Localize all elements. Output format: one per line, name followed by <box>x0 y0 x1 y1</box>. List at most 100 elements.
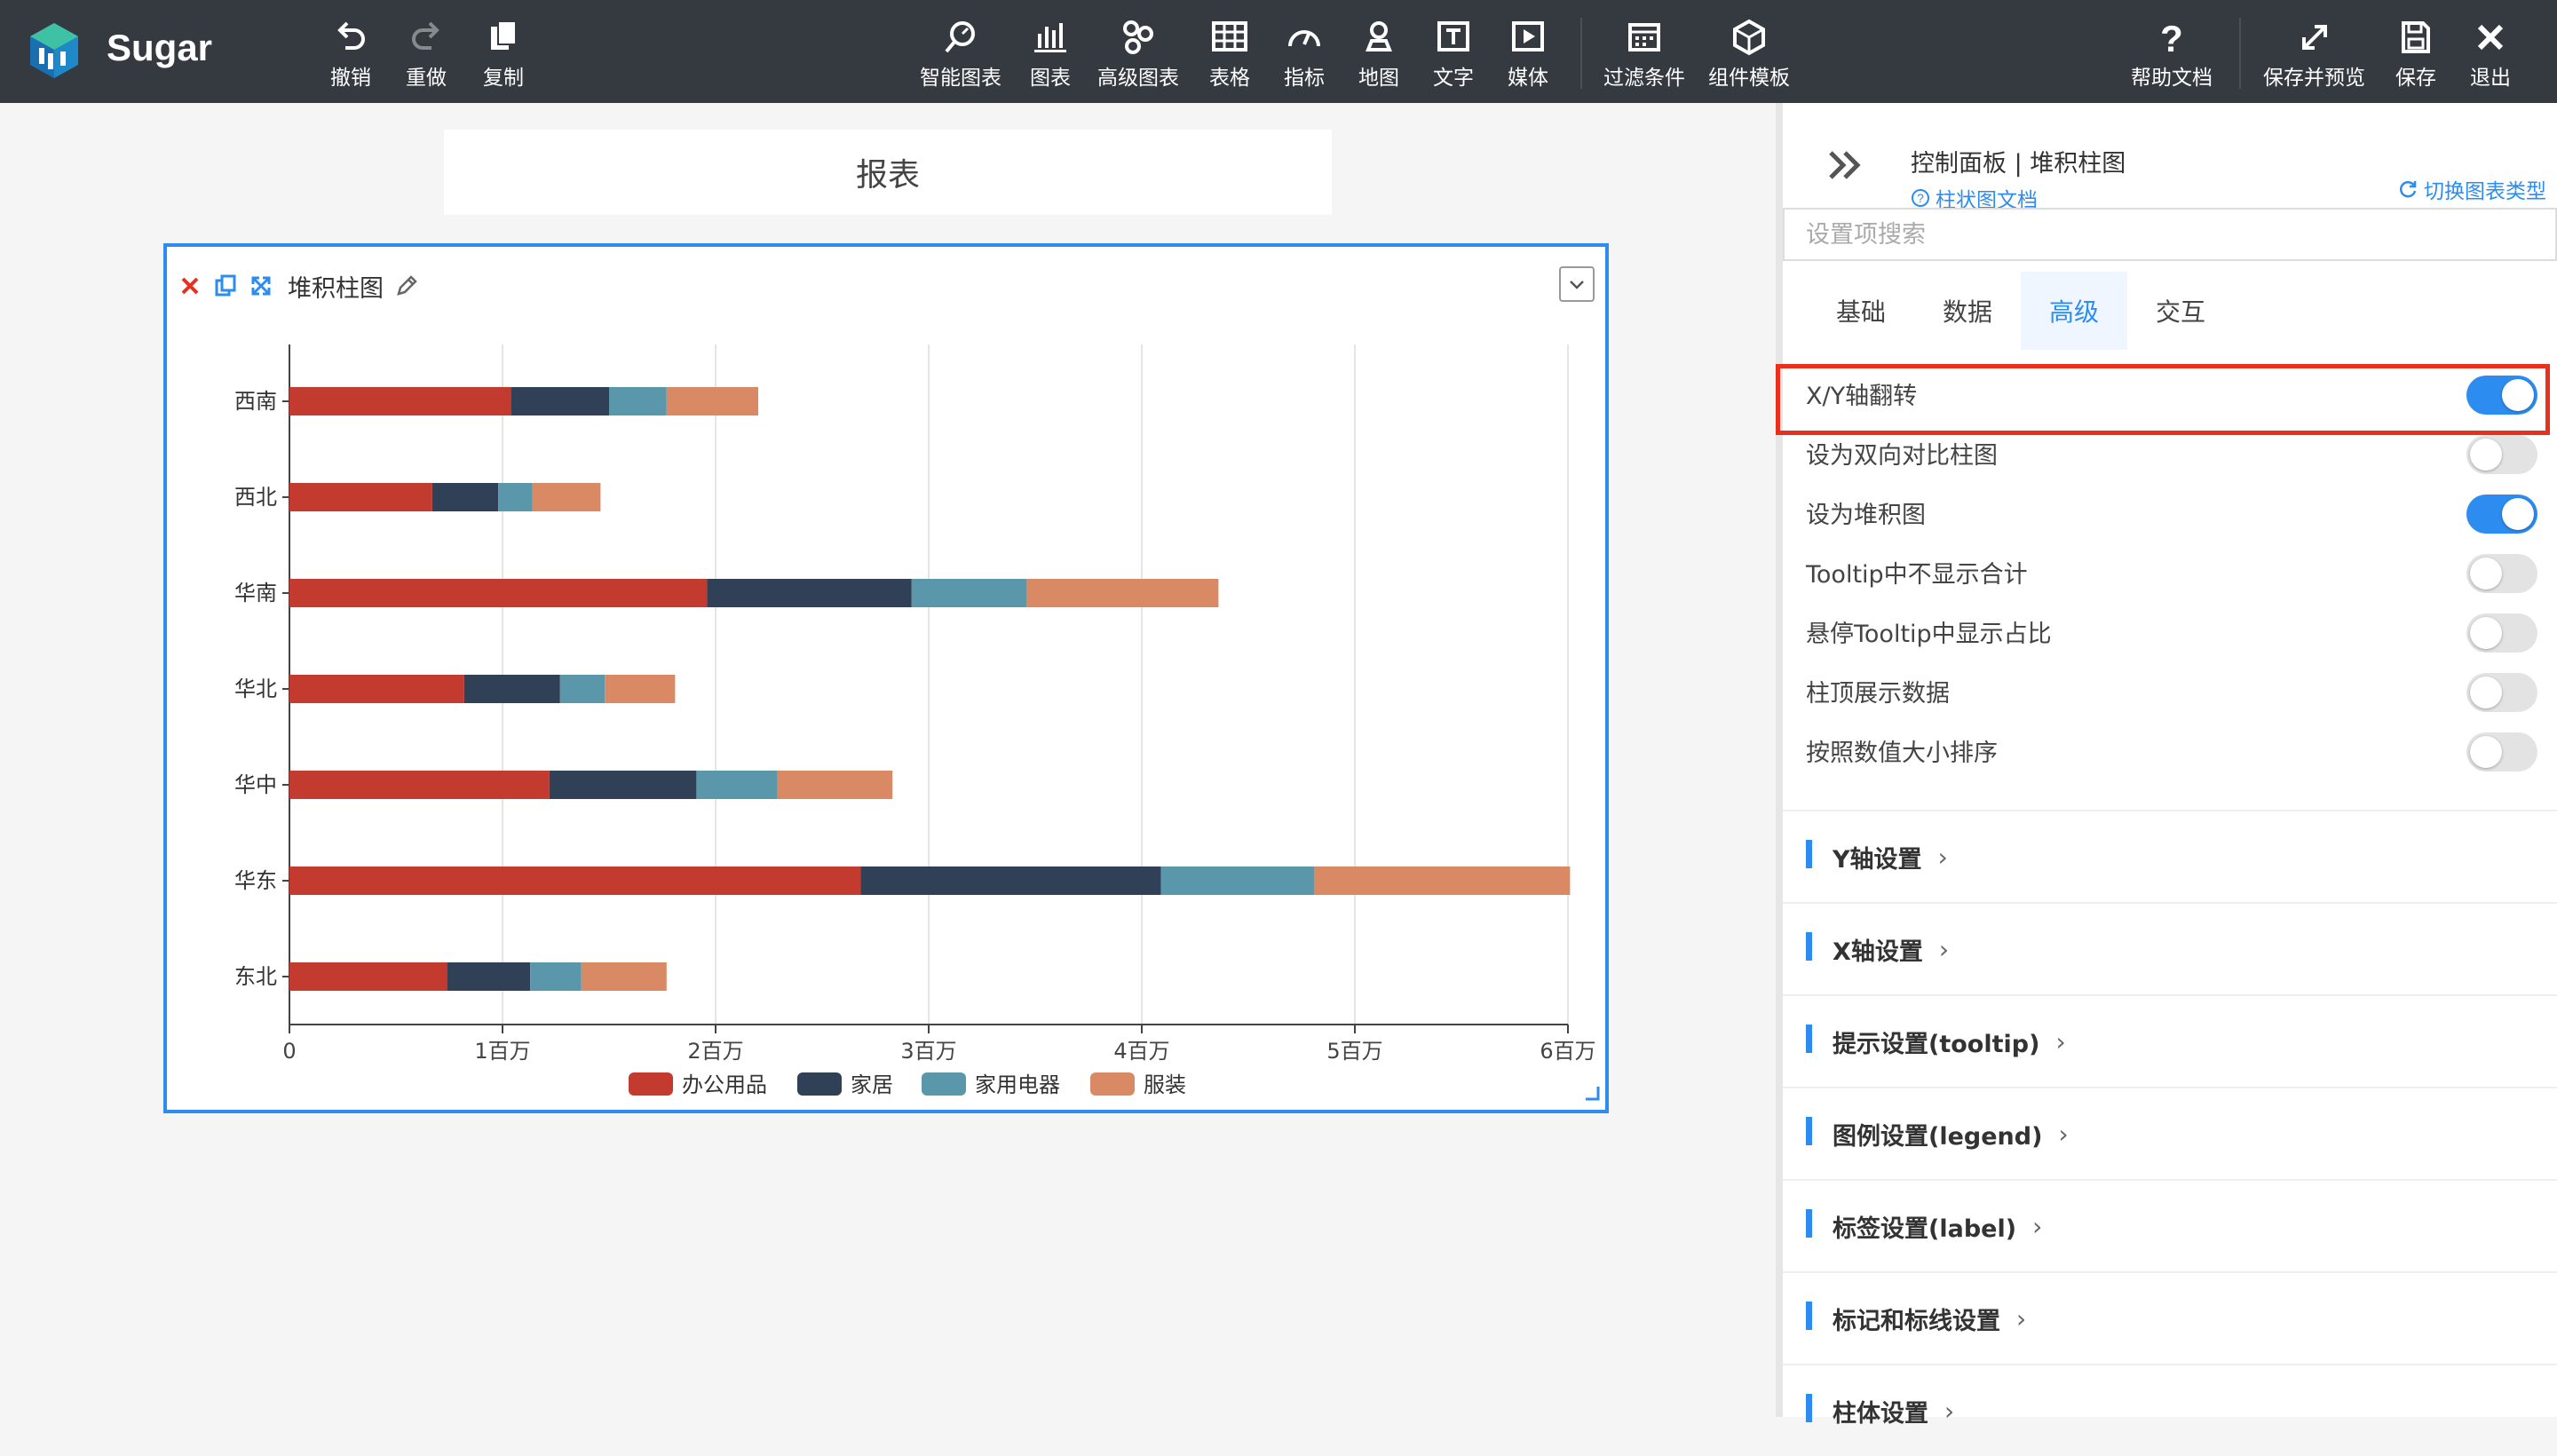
smart-chart-button[interactable]: 智能图表 <box>920 18 1001 91</box>
y-tick-label: 华东 <box>234 868 277 893</box>
legend-label: 家用电器 <box>975 1072 1060 1097</box>
section-y-axis[interactable]: Y轴设置 › <box>1783 810 2557 902</box>
map-pin-icon <box>1366 21 1392 51</box>
section-x-axis[interactable]: X轴设置 › <box>1783 902 2557 994</box>
section-label: 图例设置(legend) <box>1833 1122 2043 1151</box>
setting-label: 柱顶展示数据 <box>1806 680 1950 708</box>
section-label: 柱体设置 <box>1833 1399 1928 1428</box>
tab-basic[interactable]: 基础 <box>1808 272 1914 350</box>
xy-flip-toggle[interactable] <box>2466 376 2537 415</box>
bidirectional-toggle[interactable] <box>2466 435 2537 474</box>
section-label: 标记和标线设置 <box>1833 1307 2000 1335</box>
filter-label: 过滤条件 <box>1603 67 1685 90</box>
chart-button[interactable]: 图表 <box>1030 18 1071 91</box>
settings-search-input[interactable] <box>1783 208 2557 261</box>
chevron-right-icon: › <box>2016 1303 2027 1333</box>
filter-button[interactable]: 过滤条件 <box>1603 18 1685 91</box>
bar-segment <box>911 579 1027 607</box>
save-preview-button[interactable]: 保存并预览 <box>2263 18 2365 91</box>
section-tooltip[interactable]: 提示设置(tooltip) › <box>1783 994 2557 1087</box>
tab-advanced[interactable]: 高级 <box>2021 272 2127 350</box>
legend-swatch <box>629 1072 673 1096</box>
toolbar-divider <box>1580 18 1582 89</box>
control-panel: 控制面板 | 堆积柱图 ? 柱状图文档 切换图表类型 基础 数据 高级 交互 X… <box>1776 103 2557 1428</box>
advanced-chart-button[interactable]: 高级图表 <box>1097 18 1179 91</box>
x-tick-label: 6百万 <box>1540 1039 1595 1064</box>
bar-chart-icon <box>1034 23 1066 52</box>
bar-segment <box>447 962 531 991</box>
x-tick-label: 2百万 <box>687 1039 743 1064</box>
switch-chart-type-link[interactable]: 切换图表类型 <box>2397 174 2546 204</box>
legend-label: 家居 <box>851 1072 893 1097</box>
template-button[interactable]: 组件模板 <box>1708 18 1790 91</box>
save-button[interactable]: 保存 <box>2395 18 2436 91</box>
y-tick-label: 东北 <box>234 964 277 989</box>
smart-chart-label: 智能图表 <box>920 67 1001 90</box>
bar-top-data-toggle[interactable] <box>2466 673 2537 712</box>
section-bar-body[interactable]: 柱体设置 › <box>1783 1364 2557 1456</box>
bar-segment <box>511 387 609 415</box>
x-tick-label: 1百万 <box>474 1039 530 1064</box>
stacked-toggle[interactable] <box>2466 495 2537 534</box>
report-title[interactable]: 报表 <box>444 130 1332 215</box>
bar-segment <box>289 962 447 991</box>
y-tick-label: 华中 <box>234 772 277 797</box>
chevron-right-icon: › <box>1938 934 1950 964</box>
expand-icon <box>2301 25 2327 50</box>
redo-icon <box>412 21 439 50</box>
copy-icon <box>491 20 517 50</box>
tooltip-percent-toggle[interactable] <box>2466 613 2537 653</box>
indicator-label: 指标 <box>1284 67 1325 90</box>
resize-handle-icon <box>1586 1087 1600 1101</box>
tab-data[interactable]: 数据 <box>1914 272 2021 350</box>
section-label-settings[interactable]: 标签设置(label) › <box>1783 1179 2557 1271</box>
section-legend[interactable]: 图例设置(legend) › <box>1783 1087 2557 1179</box>
legend-swatch <box>1090 1072 1135 1096</box>
svg-text:?: ? <box>1917 191 1924 205</box>
text-button[interactable]: 文字 <box>1433 18 1474 91</box>
section-markline[interactable]: 标记和标线设置 › <box>1783 1271 2557 1364</box>
collapse-panel-icon[interactable] <box>1825 146 1864 185</box>
bar-segment <box>289 579 708 607</box>
bar-segment <box>532 483 601 511</box>
setting-label: 按照数值大小排序 <box>1806 740 1998 767</box>
bar-segment <box>559 675 606 703</box>
table-label: 表格 <box>1209 67 1250 90</box>
help-button[interactable]: ? 帮助文档 <box>2131 18 2213 91</box>
stacked-bar-chart: 0 1百万 2百万 3百万 4百万 5百万 6百万 西南西北华南华北华中华东东北办公用品 家居 家… <box>234 344 1600 1101</box>
media-button[interactable]: 媒体 <box>1508 18 1548 91</box>
copy-button[interactable]: 复制 <box>483 18 524 91</box>
table-button[interactable]: 表格 <box>1209 18 1250 91</box>
map-button[interactable]: 地图 <box>1358 18 1399 91</box>
tooltip-hide-total-toggle[interactable] <box>2466 554 2537 593</box>
question-circle-icon: ? <box>1912 189 1929 207</box>
chevron-right-icon: › <box>1937 842 1948 872</box>
y-tick-label: 华南 <box>234 581 277 605</box>
bar-segment <box>777 771 893 799</box>
close-icon <box>2477 24 2504 51</box>
tab-interaction[interactable]: 交互 <box>2127 272 2234 350</box>
bar-segment <box>1314 866 1571 895</box>
svg-text:?: ? <box>2160 18 2183 57</box>
chevron-right-icon: › <box>2055 1026 2066 1056</box>
undo-button[interactable]: 撤销 <box>330 18 371 91</box>
settings-list: X/Y轴翻转 设为双向对比柱图 设为堆积图 Tooltip中不显示合计 悬停To… <box>1783 364 2557 780</box>
setting-label: 悬停Tooltip中显示占比 <box>1806 621 2052 648</box>
exit-button[interactable]: 退出 <box>2470 18 2511 91</box>
media-icon <box>1512 21 1544 51</box>
help-icon: ? <box>2160 18 2183 57</box>
chevron-right-icon: › <box>2032 1211 2043 1241</box>
bar-segment <box>530 962 582 991</box>
toolbar-divider <box>2239 18 2241 89</box>
chart-label: 图表 <box>1030 67 1071 90</box>
bar-segment <box>289 483 432 511</box>
redo-button[interactable]: 重做 <box>406 18 447 91</box>
chart-card[interactable]: 堆积柱图 0 1百万 2百万 3百万 4百万 5百万 6百万 西南 西北 华南 华北 华中 华东 东北 办公… <box>163 243 1609 1113</box>
top-toolbar: Sugar 撤销 重做 复制 智能图表 图表 高级图表 表格 指标 地图 文字 <box>0 0 2557 103</box>
settings-sections: Y轴设置 › X轴设置 › 提示设置(tooltip) › 图例设置(legend) ›… <box>1783 810 2557 1456</box>
template-icon <box>1733 19 1765 56</box>
indicator-button[interactable]: 指标 <box>1284 18 1325 91</box>
legend-swatch <box>922 1072 966 1096</box>
bar-segment <box>289 771 550 799</box>
sort-by-value-toggle[interactable] <box>2466 732 2537 772</box>
